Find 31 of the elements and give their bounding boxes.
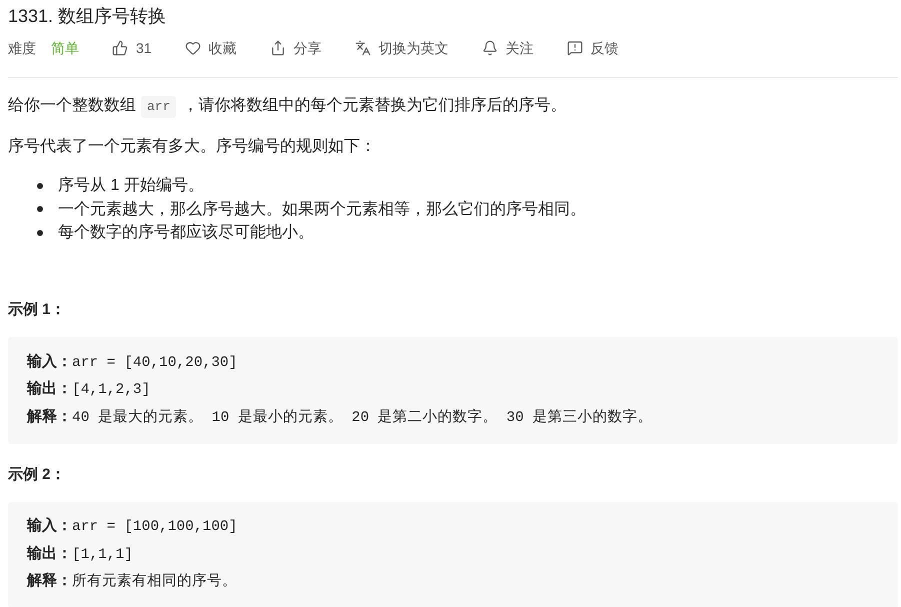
example-line: 输入：arr = [100,100,100] (27, 516, 238, 537)
description-text: 给你一个整数数组 arr ，请你将数组中的每个元素替换为它们排序后的序号。 (8, 94, 898, 118)
rule-text: 每个数字的序号都应该尽可能地小。 (58, 222, 314, 243)
translate-icon (354, 40, 371, 56)
thumbs-up-icon (112, 40, 128, 56)
share-button[interactable]: 分享 (270, 38, 322, 58)
problem-title: 1331. 数组序号转换 (8, 5, 168, 28)
difficulty-value: 简单 (51, 39, 79, 58)
example-heading: 示例 1： (8, 300, 67, 320)
rule-text: 一个元素越大，那么序号越大。如果两个元素相等，那么它们的序号相同。 (58, 200, 586, 220)
example-line: 输入：arr = [40,10,20,30] (27, 352, 238, 372)
bullet-icon (37, 206, 43, 212)
example-line: 输出：[4,1,2,3] (27, 379, 152, 400)
like-button[interactable]: 31 (112, 38, 152, 58)
example-line: 输出：[1,1,1] (27, 544, 134, 564)
example-line: 解释：所有元素有相同的序号。 (27, 571, 238, 592)
bell-icon (482, 40, 498, 56)
example-heading: 示例 2： (8, 465, 67, 485)
rules-intro-text: 序号代表了一个元素有多大。序号编号的规则如下： (8, 136, 377, 157)
translate-button[interactable]: 切换为英文 (354, 38, 449, 58)
bullet-icon (37, 230, 43, 236)
heart-icon (184, 40, 201, 56)
feedback-button[interactable]: 反馈 (566, 38, 619, 58)
bullet-icon (37, 182, 43, 189)
favorite-button[interactable]: 收藏 (184, 38, 237, 58)
difficulty-label: 难度 (8, 39, 36, 58)
follow-button[interactable]: 关注 (482, 38, 534, 58)
example-line: 解释：40 是最大的元素。 10 是最小的元素。 20 是第二小的数字。 30 是第三小的数字。 (27, 406, 654, 428)
rule-text: 序号从 1 开始编号。 (58, 176, 204, 196)
share-icon (270, 40, 286, 56)
feedback-icon (566, 40, 583, 56)
